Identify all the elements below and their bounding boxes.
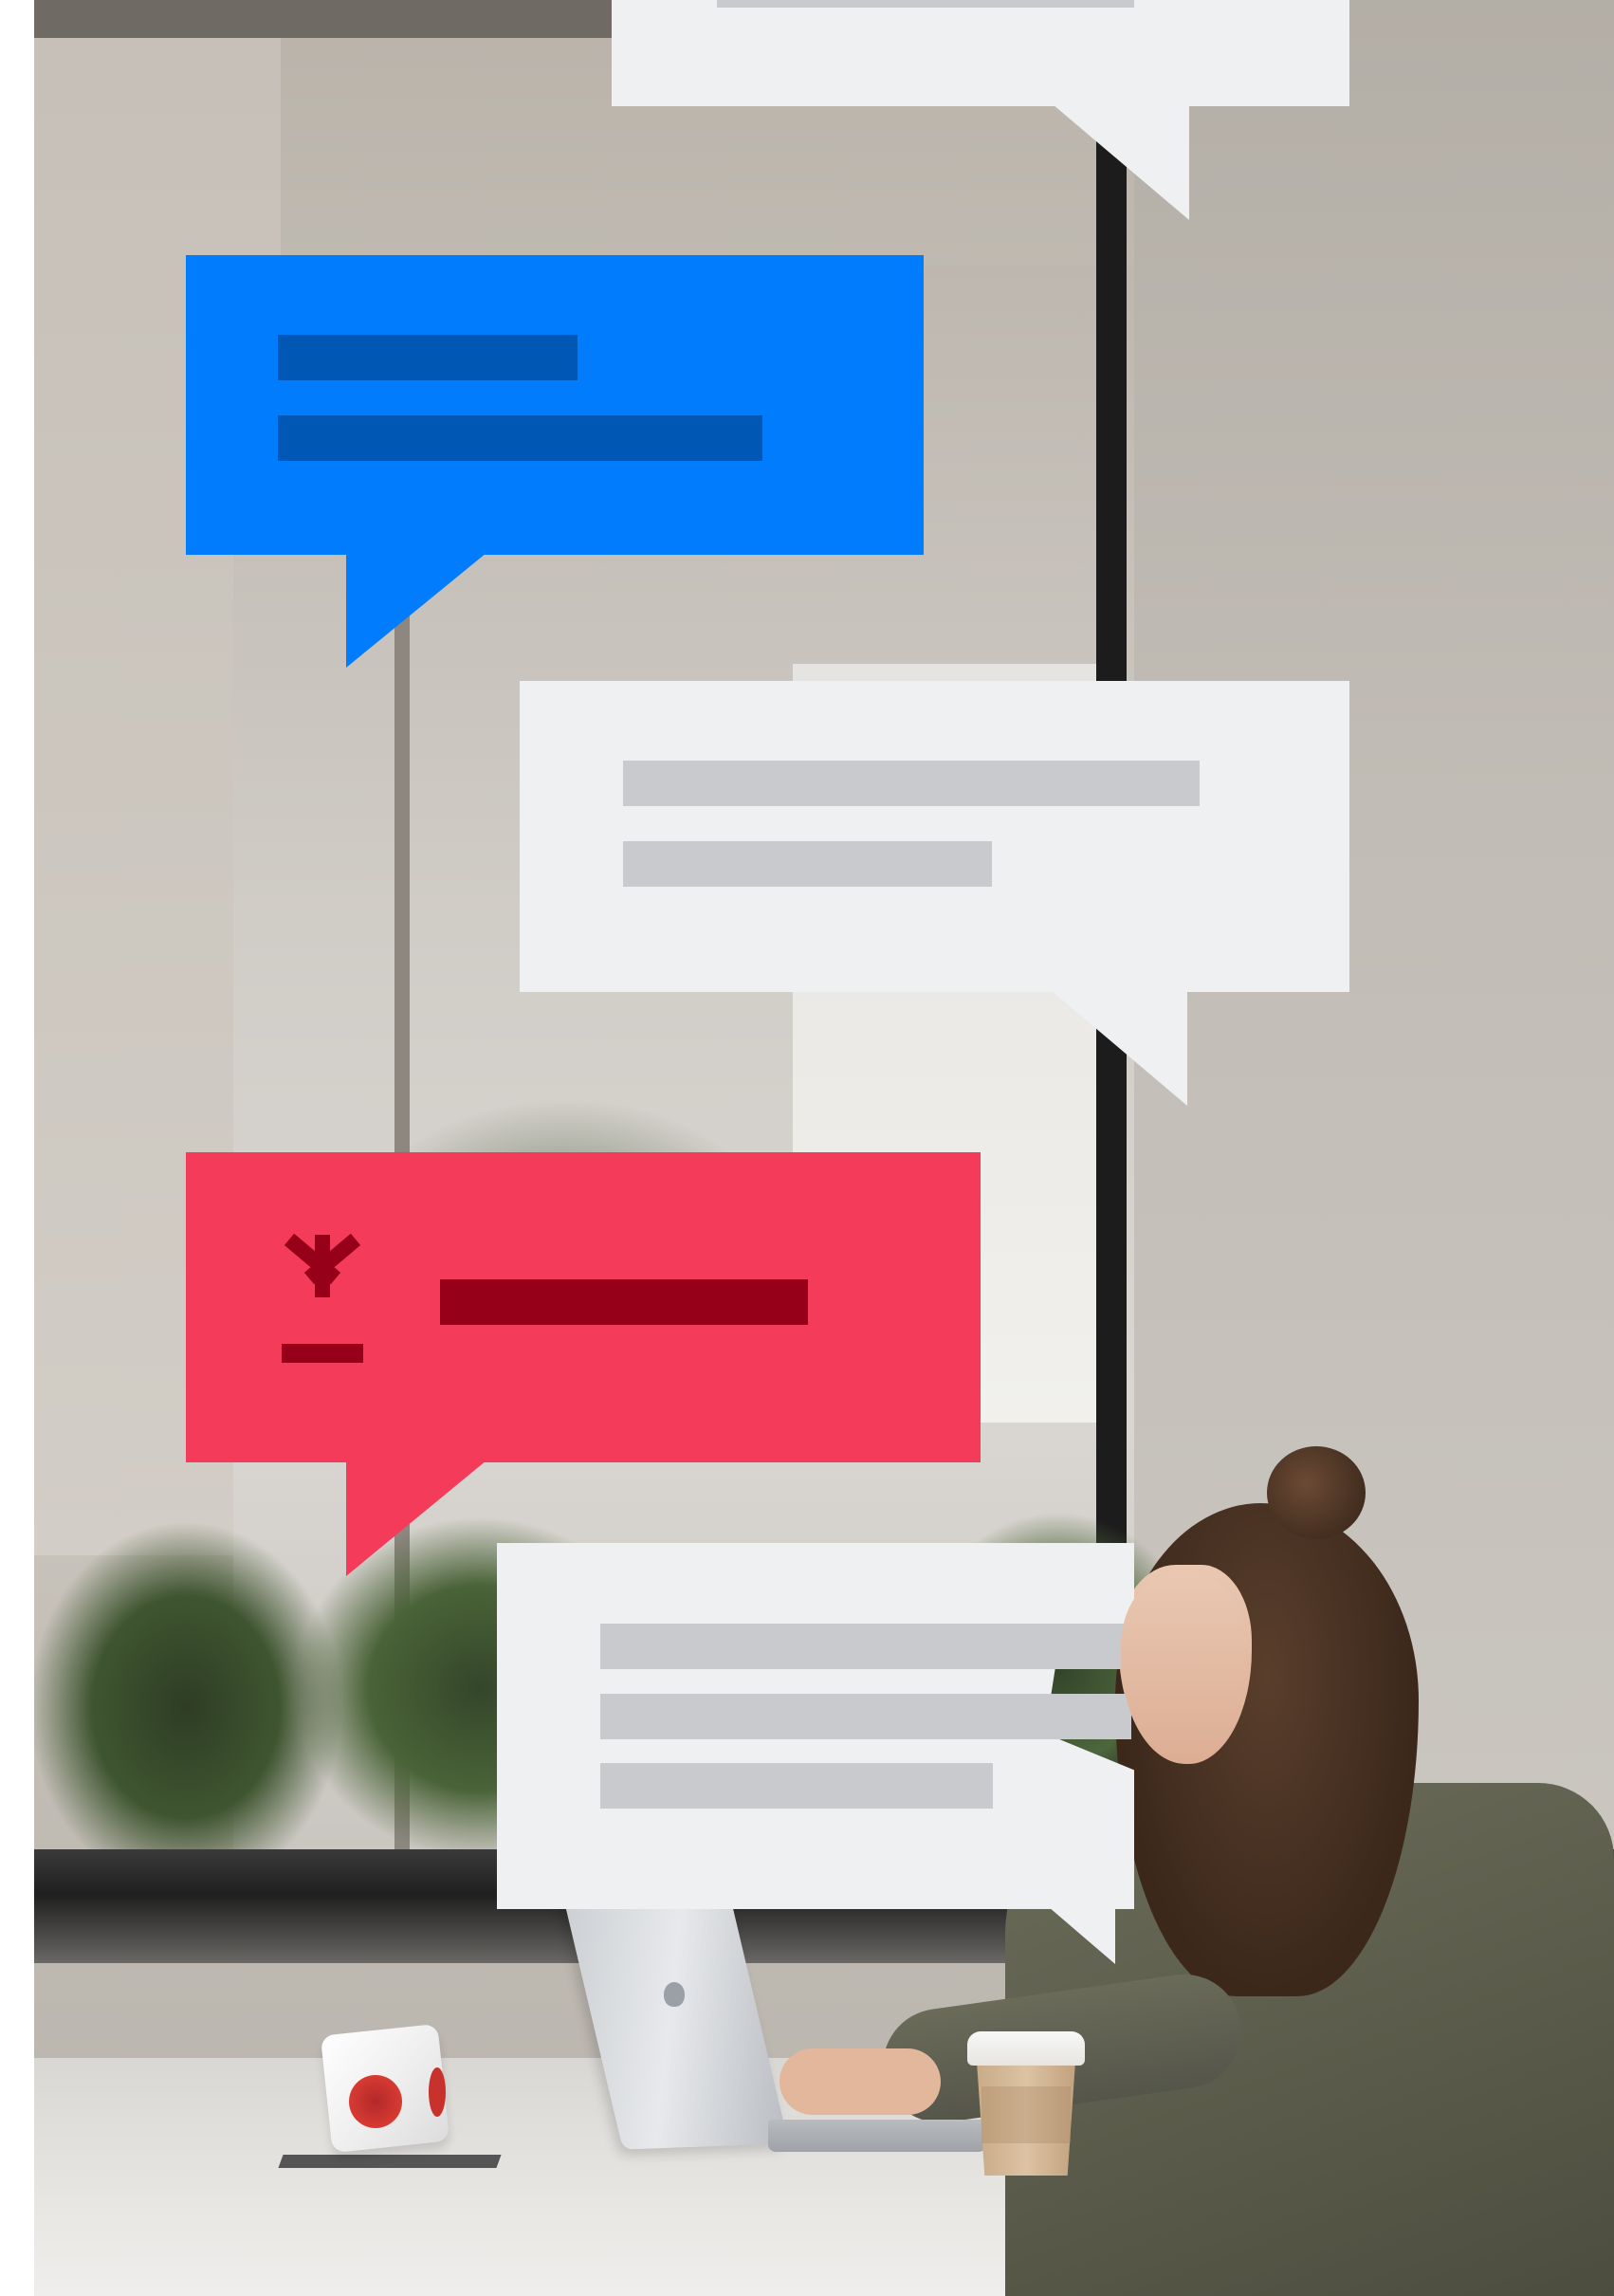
- text-placeholder-bar: [717, 0, 1134, 8]
- laptop-keyboard: [768, 2120, 986, 2152]
- power-socket-side-icon: [429, 2067, 446, 2117]
- apple-logo-icon: [664, 1982, 685, 2007]
- text-placeholder-bar: [623, 761, 1200, 806]
- text-placeholder-bar: [278, 335, 578, 380]
- text-placeholder-bar: [600, 1763, 993, 1809]
- person-hair-bun: [1267, 1446, 1366, 1539]
- text-placeholder-bar: [623, 841, 992, 887]
- poster: [0, 0, 1614, 2296]
- person-hands: [779, 2048, 941, 2115]
- text-placeholder-bar: [278, 415, 762, 461]
- text-placeholder-bar: [600, 1624, 1131, 1669]
- power-socket-icon: [349, 2075, 402, 2128]
- text-placeholder-bar: [600, 1694, 1131, 1739]
- text-placeholder-bar: [440, 1279, 808, 1325]
- power-cube-mount: [278, 2155, 502, 2168]
- coffee-cup-sleeve: [981, 2086, 1071, 2143]
- coffee-cup-lid: [967, 2031, 1085, 2066]
